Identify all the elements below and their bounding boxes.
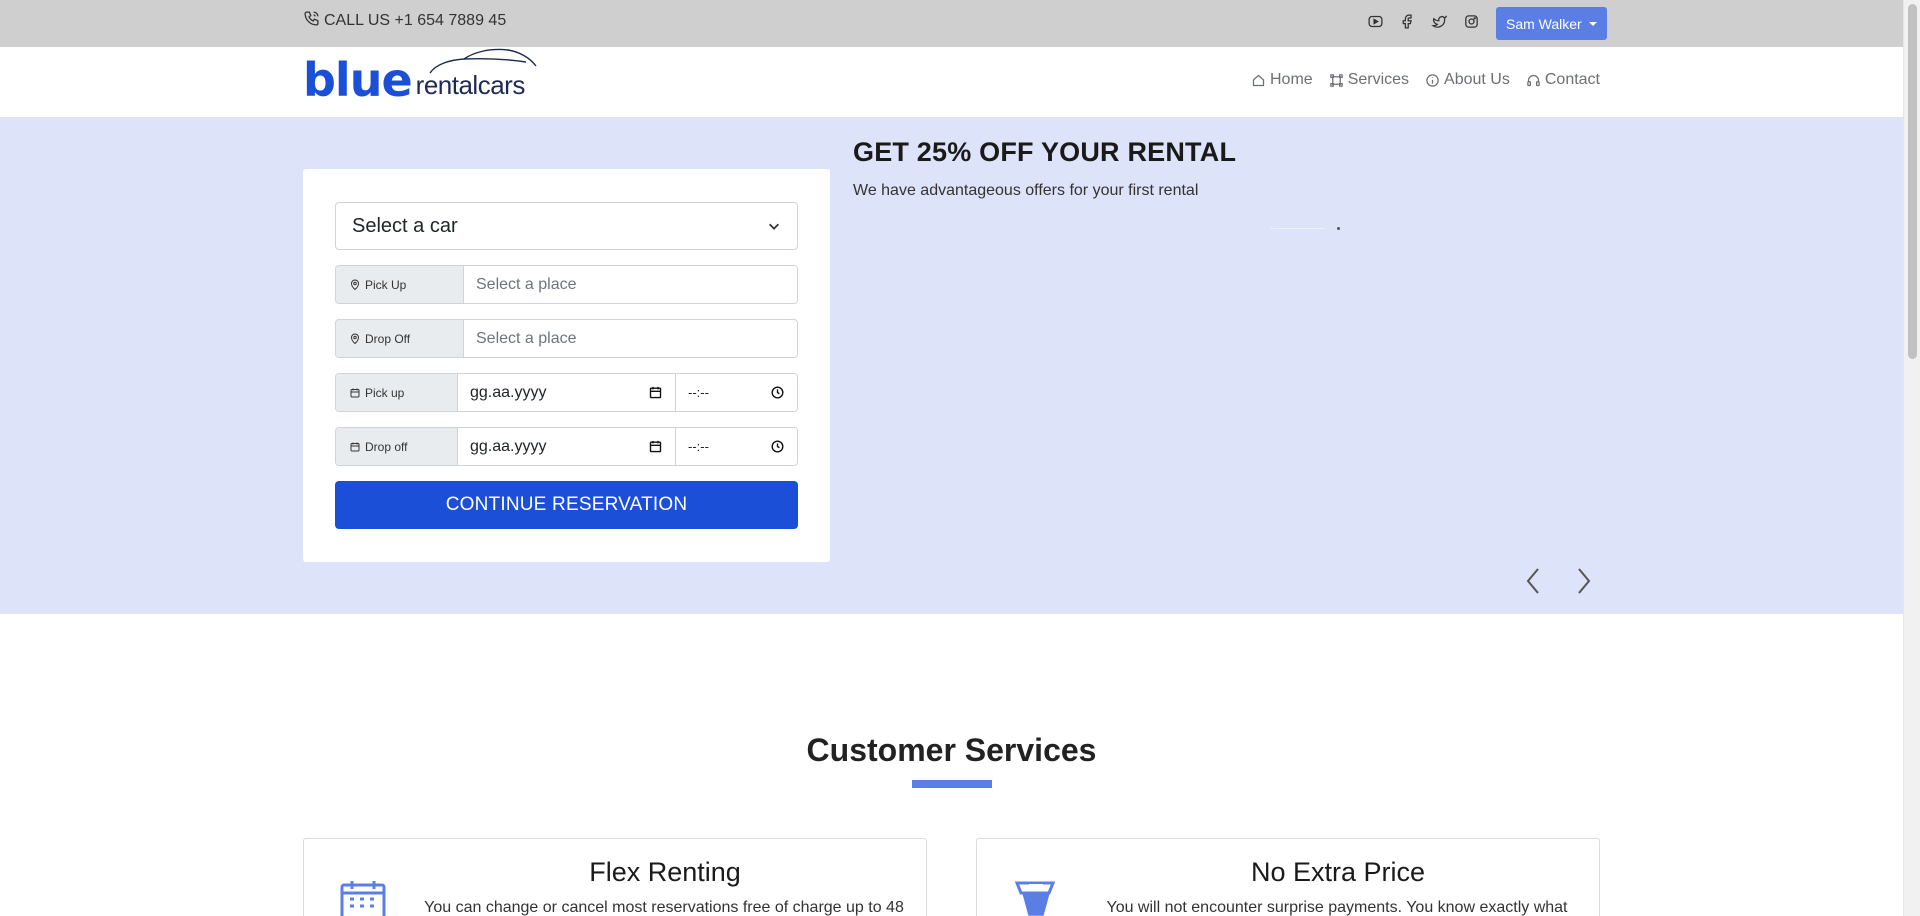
service-title: No Extra Price: [1250, 857, 1426, 887]
pickup-place-group: Pick Up Select a place: [335, 265, 798, 304]
logo[interactable]: blue rentalcars: [303, 48, 537, 107]
facebook-icon[interactable]: [1398, 12, 1416, 30]
pickup-time-input[interactable]: --:--: [676, 374, 797, 411]
nav-contact[interactable]: Contact: [1526, 71, 1600, 89]
dropoff-datetime-group: Drop off gg.aa.yyyy --:--: [335, 427, 798, 466]
calendar-picker-icon[interactable]: [648, 385, 663, 400]
hero: Select a car Pick Up Select a place Drop…: [0, 117, 1903, 614]
social-links: [1366, 12, 1480, 30]
calendar-picker-icon[interactable]: [648, 439, 663, 454]
calendar-icon: [350, 442, 360, 451]
dropoff-date-label: Drop off: [365, 439, 408, 454]
pickup-time-value: --:--: [688, 385, 709, 400]
info-icon: [1426, 73, 1439, 87]
instagram-icon[interactable]: [1462, 12, 1480, 30]
car-select[interactable]: Select a car: [335, 202, 798, 250]
reservation-form: Select a car Pick Up Select a place Drop…: [303, 169, 830, 562]
pickup-datetime-group: Pick up gg.aa.yyyy --:--: [335, 373, 798, 412]
user-menu-button[interactable]: Sam Walker: [1496, 7, 1607, 40]
nav-about[interactable]: About Us: [1425, 71, 1510, 89]
dropoff-time-input[interactable]: --:--: [676, 428, 797, 465]
service-card-no-extra-price: No Extra Price You will not encounter su…: [976, 838, 1600, 916]
twitter-icon[interactable]: [1430, 12, 1448, 30]
section-title: Customer Services: [806, 732, 1097, 768]
nav-services-label: Services: [1347, 71, 1410, 88]
pickup-date-value: gg.aa.yyyy: [470, 383, 547, 401]
call-us-label: CALL US +1 654 7889 45: [324, 12, 507, 29]
car-outline-icon: [429, 48, 537, 74]
pickup-date-input[interactable]: gg.aa.yyyy: [458, 374, 676, 411]
page: CALL US +1 654 7889 45 Sam Walker blue r…: [0, 0, 1903, 916]
clock-icon[interactable]: [770, 439, 785, 454]
promo-subtitle: We have advantageous offers for your fir…: [853, 182, 1199, 199]
logo-main: blue: [303, 53, 413, 107]
services-icon: [1329, 73, 1343, 87]
carousel-indicator-line[interactable]: [1270, 228, 1325, 229]
chevron-left-icon: [1526, 568, 1539, 594]
caret-down-icon: [1588, 21, 1597, 26]
home-icon: [1252, 74, 1265, 86]
dropoff-place-addon: Drop Off: [336, 320, 464, 357]
carousel-indicators: [1270, 227, 1340, 230]
top-bar: CALL US +1 654 7889 45 Sam Walker: [0, 0, 1903, 47]
calendar-icon: [350, 388, 360, 397]
youtube-icon[interactable]: [1366, 12, 1384, 30]
pickup-place-label: Pick Up: [365, 277, 407, 292]
pickup-place-placeholder: Select a place: [476, 275, 577, 293]
carousel-prev-button[interactable]: [1523, 565, 1543, 597]
carousel-next-button[interactable]: [1574, 565, 1594, 597]
nav-services[interactable]: Services: [1329, 71, 1409, 89]
pickup-place-addon: Pick Up: [336, 266, 464, 303]
dropoff-place-placeholder: Select a place: [476, 329, 577, 347]
page-scrollbar[interactable]: [1903, 0, 1920, 916]
nav-home-label: Home: [1270, 71, 1313, 88]
location-pin-icon: [350, 279, 360, 290]
headset-icon: [1527, 74, 1540, 86]
dropoff-date-input[interactable]: gg.aa.yyyy: [458, 428, 676, 465]
main-nav: Home Services About Us Contact: [1251, 71, 1600, 89]
dropoff-time-value: --:--: [688, 439, 709, 454]
dropoff-place-group: Drop Off Select a place: [335, 319, 798, 358]
dropoff-place-label: Drop Off: [365, 331, 411, 346]
pickup-date-label: Pick up: [365, 385, 405, 400]
chevron-down-icon: [769, 223, 779, 230]
dropoff-place-input[interactable]: Select a place: [464, 320, 797, 357]
nav-about-label: About Us: [1444, 71, 1510, 88]
pickup-date-addon: Pick up: [336, 374, 458, 411]
phone-icon: [303, 10, 320, 32]
continue-reservation-button[interactable]: CONTINUE RESERVATION: [335, 481, 798, 529]
chevron-right-icon: [1578, 568, 1591, 594]
carousel-indicator-dot[interactable]: [1337, 227, 1340, 230]
call-us[interactable]: CALL US +1 654 7889 45: [303, 10, 506, 32]
pickup-place-input[interactable]: Select a place: [464, 266, 797, 303]
scrollbar-thumb[interactable]: [1908, 4, 1917, 359]
promo-title: GET 25% OFF YOUR RENTAL: [853, 137, 1237, 167]
title-underline: [912, 780, 992, 788]
clock-icon[interactable]: [770, 385, 785, 400]
location-pin-icon: [350, 333, 360, 344]
logo-sub: rentalcars: [416, 48, 537, 101]
nav-home[interactable]: Home: [1251, 71, 1313, 89]
service-text: You can change or cancel most reservatio…: [424, 899, 904, 916]
service-title: Flex Renting: [589, 857, 741, 887]
dropoff-date-addon: Drop off: [336, 428, 458, 465]
user-name: Sam Walker: [1506, 15, 1582, 32]
navbar: blue rentalcars Home Services About Us C…: [0, 47, 1903, 117]
service-card-flex-renting: Flex Renting You can change or cancel mo…: [303, 838, 927, 916]
nav-contact-label: Contact: [1544, 71, 1600, 88]
service-text: You will not encounter surprise payments…: [1106, 899, 1568, 916]
car-select-value: Select a car: [352, 214, 458, 237]
dropoff-date-value: gg.aa.yyyy: [470, 437, 547, 455]
